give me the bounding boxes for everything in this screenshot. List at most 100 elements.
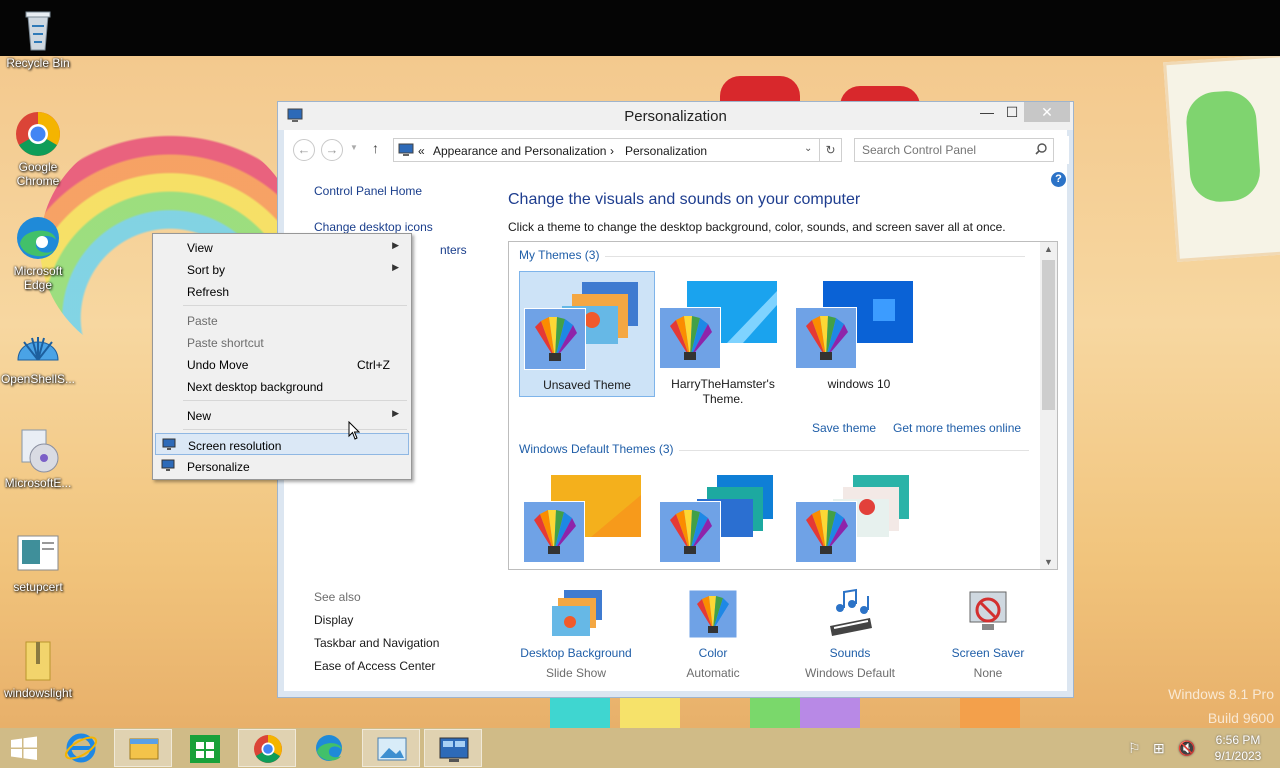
theme-windows-default-3[interactable] [791,465,927,569]
default-themes-group-label: Windows Default Themes (3) [519,442,674,456]
menu-item-screen-resolution[interactable]: Screen resolution [155,433,409,455]
chrome-icon [14,110,62,158]
volume-muted-icon[interactable]: 🔇 [1178,740,1195,757]
recent-locations-icon[interactable]: ▼ [350,143,358,152]
wallpaper-poster [1163,56,1280,262]
theme-windows-default-1[interactable] [519,465,655,569]
address-dropdown-icon[interactable]: ⌄ [804,143,812,154]
desktop-icon-microsoft-installer[interactable]: MicrosoftE... [0,426,76,490]
taskbar-navigation-link[interactable]: Taskbar and Navigation [314,636,439,650]
sounds-icon [822,588,878,640]
start-button[interactable] [0,729,48,767]
address-prefix[interactable]: « [418,144,425,158]
theme-windows-default-2[interactable] [655,465,791,569]
personalization-settings-row: Desktop Background Slide Show Color Auto… [508,588,1058,688]
setting-label[interactable]: Screen Saver [918,646,1058,660]
setting-value: Windows Default [804,666,896,680]
menu-item-label: Refresh [187,285,230,299]
menu-item-refresh[interactable]: Refresh [155,280,409,302]
back-button[interactable]: ← [293,139,315,161]
up-button[interactable]: ↑ [372,140,379,156]
desktop-icon-setupcert[interactable]: setupcert [0,530,76,594]
breadcrumb-appearance[interactable]: Appearance and Personalization [433,144,606,158]
shell-icon [14,322,62,370]
taskbar: ⚐ ⊞ 🔇 6:56 PM 9/1/2023 [0,728,1280,768]
taskbar-file-explorer[interactable] [114,729,172,767]
window-title-bar[interactable]: Personalization — ☐ ✕ [278,102,1073,130]
setting-label[interactable]: Desktop Background [506,646,646,660]
theme-harrythehamster[interactable]: HarryTheHamster's Theme. [655,271,791,406]
maximize-button[interactable]: ☐ [998,102,1026,122]
theme-unsaved[interactable]: Unsaved Theme [519,271,655,397]
theme-windows-10[interactable]: windows 10 [791,271,927,397]
taskbar-edge[interactable] [300,729,358,767]
help-icon[interactable]: ? [1051,172,1066,187]
desktop-icon-openshell[interactable]: OpenShellS... [0,322,76,386]
themes-scrollbar[interactable]: ▲ ▼ [1040,242,1057,569]
internet-explorer-icon [64,733,98,763]
submenu-arrow-icon: ▶ [392,240,399,250]
taskbar-chrome[interactable] [238,729,296,767]
desktop-icon-chrome[interactable]: Google Chrome [0,110,76,188]
action-center-flag-icon[interactable]: ⚐ [1128,740,1141,757]
color-palette-icon [659,307,721,369]
address-bar[interactable]: « Appearance and Personalization › Perso… [393,138,820,162]
scroll-up-icon[interactable]: ▲ [1040,244,1057,254]
get-more-themes-link[interactable]: Get more themes online [893,421,1021,435]
menu-item-new[interactable]: New ▶ [155,404,409,426]
scroll-down-icon[interactable]: ▼ [1040,557,1057,567]
menu-item-next-background[interactable]: Next desktop background [155,375,409,397]
themes-list[interactable]: My Themes (3) Unsaved Theme HarryTheHams… [508,241,1058,570]
zip-folder-icon [14,636,62,684]
desktop-icon-recycle-bin[interactable]: Recycle Bin [0,6,76,70]
menu-item-label: Paste [187,314,218,328]
taskbar-clock[interactable]: 6:56 PM 9/1/2023 [1206,732,1270,764]
minimize-button[interactable]: — [973,102,1001,122]
change-mouse-pointers-link[interactable]: nters [440,243,467,257]
forward-button[interactable]: → [321,139,343,161]
desktop-context-menu[interactable]: View ▶ Sort by ▶ Refresh Paste Paste sho… [152,233,412,480]
breadcrumb-separator[interactable]: › [610,144,614,158]
menu-item-paste[interactable]: Paste [155,309,409,331]
menu-item-view[interactable]: View ▶ [155,236,409,258]
setting-label[interactable]: Color [643,646,783,660]
theme-name: windows 10 [827,377,891,391]
personalize-icon [161,459,175,472]
menu-item-personalize[interactable]: Personalize [155,455,409,477]
taskbar-internet-explorer[interactable] [52,729,110,767]
screen-resolution-icon [162,438,176,451]
refresh-button[interactable]: ↻ [820,138,842,162]
color-setting[interactable]: Color Automatic [643,588,783,680]
ease-of-access-link[interactable]: Ease of Access Center [314,659,435,673]
menu-item-label: Undo Move [187,358,249,372]
menu-item-undo-move[interactable]: Undo Move Ctrl+Z [155,353,409,375]
scrollbar-thumb[interactable] [1042,260,1055,410]
taskbar-store[interactable] [176,729,234,767]
desktop-icon-edge[interactable]: Microsoft Edge [0,214,76,292]
change-desktop-icons-link[interactable]: Change desktop icons [314,220,433,234]
display-link[interactable]: Display [314,613,353,627]
see-also-label: See also [314,590,361,604]
search-icon[interactable] [1035,143,1047,158]
taskbar-photos[interactable] [362,729,420,767]
desktop-icon-windowslight[interactable]: windowslight [0,636,76,700]
menu-separator [183,400,407,401]
close-button[interactable]: ✕ [1024,102,1070,122]
sounds-setting[interactable]: Sounds Windows Default [780,588,920,680]
file-icon [14,530,62,578]
setting-label[interactable]: Sounds [780,646,920,660]
desktop-icon-label: windowslight [3,686,73,700]
taskbar-control-panel[interactable] [424,729,482,767]
breadcrumb-personalization[interactable]: Personalization [625,144,707,158]
color-palette-icon [523,501,585,563]
network-icon[interactable]: ⊞ [1153,740,1165,757]
search-input[interactable] [862,143,1022,157]
menu-item-paste-shortcut[interactable]: Paste shortcut [155,331,409,353]
menu-item-sort-by[interactable]: Sort by ▶ [155,258,409,280]
search-box[interactable] [854,138,1054,162]
screen-saver-setting[interactable]: Screen Saver None [918,588,1058,680]
save-theme-link[interactable]: Save theme [812,421,876,435]
clock-date: 9/1/2023 [1214,749,1262,763]
control-panel-home-link[interactable]: Control Panel Home [314,184,422,198]
desktop-background-setting[interactable]: Desktop Background Slide Show [506,588,646,680]
